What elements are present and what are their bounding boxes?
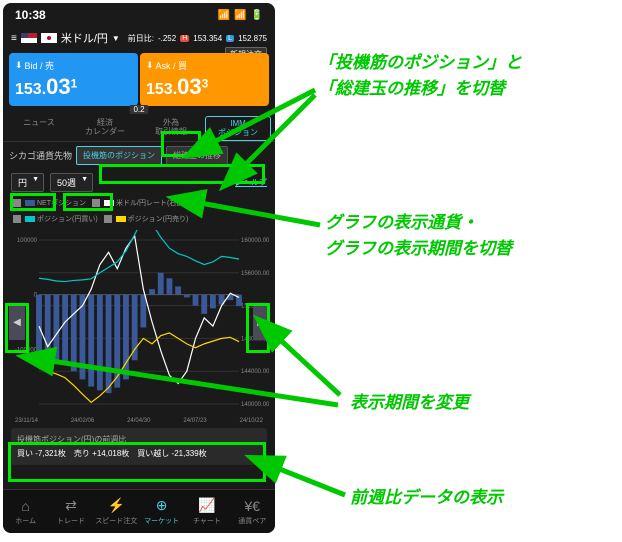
- prev-change: -.252: [158, 34, 176, 43]
- trade-icon: ⇄: [65, 497, 77, 514]
- ask-box[interactable]: ⬇Ask / 買 153.033: [140, 53, 269, 106]
- arrow-down-icon: ⬇: [15, 60, 23, 71]
- pairs-icon: ¥€: [245, 498, 261, 514]
- flag-jp-icon: [41, 33, 57, 43]
- chart-icon: 📈: [198, 497, 215, 514]
- annotation-2: グラフの表示通貨・ グラフの表示期間を切替: [325, 210, 512, 261]
- chart-next-button[interactable]: ▶: [253, 304, 269, 340]
- sub-header: シカゴ通貨先物 投機筋のポジション 総建玉の推移: [3, 142, 275, 169]
- svg-text:144000.000: 144000.000: [241, 369, 269, 375]
- seg-speculative[interactable]: 投機筋のポジション: [76, 146, 162, 165]
- x-axis-labels: 23/11/1424/02/0624/04/3024/07/2324/10/22: [3, 418, 275, 424]
- time: 10:38: [15, 8, 46, 22]
- nav-pairs[interactable]: ¥€通貨ペア: [230, 490, 275, 533]
- summary-box: 投機筋ポジション(円)の前週比 買い -7,321枚 売り +14,018枚 買…: [11, 428, 267, 465]
- bottom-nav: ⌂ホーム ⇄トレード ⚡スピード注文 ⊕マーケット 📈チャート ¥€通貨ペア: [3, 489, 275, 533]
- svg-text:-100000: -100000: [15, 347, 38, 353]
- svg-text:140000.000: 140000.000: [241, 402, 269, 408]
- market-icon: ⊕: [156, 497, 168, 514]
- high-badge: H: [180, 35, 189, 42]
- flag-us-icon: [21, 33, 37, 43]
- main-tabs: ニュース 経済 カレンダー 外為 取引情報 IMM ポジション: [3, 116, 275, 142]
- tab-fx-info[interactable]: 外為 取引情報: [139, 116, 203, 141]
- chart-svg: 160000.000156000.000152000.000148000.000…: [9, 230, 269, 414]
- filters: 円 50週 ▶ヘルプ: [3, 169, 275, 196]
- svg-text:156000.000: 156000.000: [241, 271, 269, 277]
- tab-news[interactable]: ニュース: [7, 116, 71, 141]
- nav-chart[interactable]: 📈チャート: [184, 490, 229, 533]
- tab-calendar[interactable]: 経済 カレンダー: [73, 116, 137, 141]
- wifi-icon: 📶: [234, 10, 246, 21]
- spread: 0.2: [129, 105, 148, 114]
- prev-label: 前日比:: [128, 33, 154, 44]
- price-panel: 新規注文 ⬇Bid / 売 153.031 ⬇Ask / 買 153.033 0…: [3, 49, 275, 110]
- nav-speed[interactable]: ⚡スピード注文: [94, 490, 139, 533]
- annotation-4: 前週比データの表示: [350, 485, 503, 511]
- bid-box[interactable]: ⬇Bid / 売 153.031: [9, 53, 138, 106]
- arrow-down-icon: ⬇: [146, 60, 154, 71]
- currency-select[interactable]: 円: [11, 173, 44, 192]
- summary-title: 投機筋ポジション(円)の前週比: [17, 434, 261, 445]
- pair-name: 米ドル/円: [61, 30, 108, 46]
- help-link[interactable]: ▶ヘルプ: [235, 177, 267, 188]
- pair-header: ≡ 米ドル/円 ▼ 前日比: -.252 H 153.354 L 152.875: [3, 27, 275, 49]
- status-bar: 10:38 📶 📶 🔋: [3, 3, 275, 27]
- sub-title: シカゴ通貨先物: [9, 149, 72, 162]
- seg-total[interactable]: 総建玉の推移: [166, 146, 228, 165]
- speed-icon: ⚡: [108, 497, 125, 514]
- high-value: 153.354: [193, 34, 222, 43]
- checkbox-icon[interactable]: [92, 199, 100, 207]
- checkbox-icon[interactable]: [13, 199, 21, 207]
- signal-icon: 📶: [218, 10, 230, 21]
- chevron-down-icon[interactable]: ▼: [112, 34, 120, 43]
- svg-text:160000.000: 160000.000: [241, 238, 269, 244]
- hamburger-icon[interactable]: ≡: [11, 33, 17, 44]
- checkbox-icon[interactable]: [104, 215, 112, 223]
- checkbox-icon[interactable]: [13, 215, 21, 223]
- nav-market[interactable]: ⊕マーケット: [139, 490, 184, 533]
- chart-legend: NETポジション 米ドル/円レート(右目盛) ポジション(円買い) ポジション(…: [3, 196, 275, 226]
- low-value: 152.875: [238, 34, 267, 43]
- chart-area[interactable]: 160000.000156000.000152000.000148000.000…: [9, 230, 269, 414]
- low-badge: L: [226, 35, 234, 42]
- annotation-3: 表示期間を変更: [350, 390, 469, 416]
- tab-imm[interactable]: IMM ポジション: [205, 116, 271, 141]
- annotation-1: 「投機筋のポジション」と 「総建玉の推移」を切替: [318, 50, 522, 101]
- chart-prev-button[interactable]: ◀: [9, 304, 25, 340]
- nav-trade[interactable]: ⇄トレード: [48, 490, 93, 533]
- phone-screen: 10:38 📶 📶 🔋 ≡ 米ドル/円 ▼ 前日比: -.252 H 153.3…: [3, 3, 275, 533]
- nav-home[interactable]: ⌂ホーム: [3, 490, 48, 533]
- svg-text:100000: 100000: [17, 238, 38, 244]
- battery-icon: 🔋: [251, 10, 263, 21]
- status-icons: 📶 📶 🔋: [218, 10, 263, 21]
- period-select[interactable]: 50週: [50, 173, 93, 192]
- home-icon: ⌂: [21, 498, 29, 514]
